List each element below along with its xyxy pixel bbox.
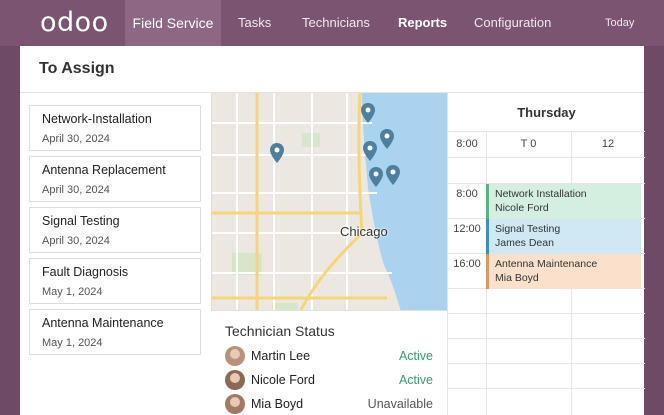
grid-line bbox=[448, 338, 645, 339]
map-pin-icon[interactable] bbox=[380, 129, 394, 149]
technician-row[interactable]: Mia Boyd Unavailable bbox=[225, 394, 435, 415]
event-title: Antenna Maintenance bbox=[495, 258, 598, 270]
time-label: 12:00 bbox=[453, 223, 481, 235]
avatar bbox=[225, 370, 245, 390]
page-title: To Assign bbox=[39, 60, 115, 77]
technician-name: Martin Lee bbox=[251, 349, 311, 363]
technician-status-title: Technician Status bbox=[225, 323, 335, 339]
event-title: Network Installation bbox=[495, 188, 587, 200]
task-name: Antenna Replacement bbox=[42, 163, 166, 177]
map-city-label: Chicago bbox=[340, 224, 388, 239]
task-card[interactable]: Antenna Replacement April 30, 2024 bbox=[29, 156, 201, 202]
task-card[interactable]: Signal Testing April 30, 2024 bbox=[29, 207, 201, 253]
calendar-header-time: T 0 bbox=[520, 138, 537, 150]
technician-name: Mia Boyd bbox=[251, 397, 304, 411]
odoo-logo[interactable]: odoo bbox=[40, 6, 114, 40]
technician-status: Active bbox=[398, 373, 433, 387]
task-card[interactable]: Network-Installation April 30, 2024 bbox=[29, 105, 201, 151]
task-card[interactable]: Fault Diagnosis May 1, 2024 bbox=[29, 258, 201, 304]
today-button[interactable]: Today bbox=[605, 0, 634, 46]
task-card[interactable]: Antenna Maintenance May 1, 2024 bbox=[29, 309, 201, 355]
event-assignee: Nicole Ford bbox=[495, 202, 549, 214]
calendar-event[interactable]: Antenna Maintenance Mia Boyd bbox=[486, 254, 641, 289]
technician-status-panel: Technician Status Martin Lee Active Nico… bbox=[211, 310, 447, 415]
top-navbar: odoo Field Service Tasks Technicians Rep… bbox=[0, 0, 664, 46]
task-name: Signal Testing bbox=[42, 214, 120, 228]
event-assignee: James Dean bbox=[495, 237, 554, 249]
task-date: April 30, 2024 bbox=[42, 133, 110, 145]
calendar-day-header: Thursday bbox=[517, 105, 576, 120]
calendar-header-time: 8:00 bbox=[456, 138, 478, 150]
map-pin-icon[interactable] bbox=[270, 143, 284, 163]
map-pin-icon[interactable] bbox=[369, 167, 383, 187]
grid-line bbox=[448, 388, 645, 389]
time-label: 8:00 bbox=[456, 188, 478, 200]
map-pin-icon[interactable] bbox=[363, 141, 377, 161]
task-date: May 1, 2024 bbox=[42, 286, 103, 298]
technician-name: Nicole Ford bbox=[251, 373, 315, 387]
avatar bbox=[225, 394, 245, 414]
event-title: Signal Testing bbox=[495, 223, 561, 235]
nav-field-service[interactable]: Field Service bbox=[125, 0, 221, 46]
main-panel: To Assign Network-Installation April 30,… bbox=[20, 46, 645, 415]
grid-line bbox=[448, 363, 645, 364]
event-assignee: Mia Boyd bbox=[495, 272, 539, 284]
task-date: April 30, 2024 bbox=[42, 235, 110, 247]
calendar-header-time: 12 bbox=[601, 138, 615, 150]
task-name: Network-Installation bbox=[42, 112, 152, 126]
task-date: April 30, 2024 bbox=[42, 184, 110, 196]
task-name: Antenna Maintenance bbox=[42, 316, 164, 330]
grid-line bbox=[448, 157, 645, 158]
technician-status: Active bbox=[398, 349, 433, 363]
technician-status: Unavailable bbox=[367, 397, 433, 411]
grid-line bbox=[448, 313, 645, 314]
nav-tasks[interactable]: Tasks bbox=[238, 0, 271, 46]
map-pin-icon[interactable] bbox=[361, 103, 375, 123]
time-label: 16:00 bbox=[453, 258, 481, 270]
nav-reports[interactable]: Reports bbox=[398, 0, 447, 46]
page-header: To Assign bbox=[20, 46, 644, 93]
map-pin-icon[interactable] bbox=[386, 165, 400, 185]
nav-configuration[interactable]: Configuration bbox=[474, 0, 551, 46]
technician-row[interactable]: Nicole Ford Active bbox=[225, 370, 435, 392]
avatar bbox=[225, 346, 245, 366]
calendar-event[interactable]: Signal Testing James Dean bbox=[486, 219, 641, 254]
calendar-event[interactable]: Network Installation Nicole Ford bbox=[486, 184, 641, 219]
calendar-view: Thursday 8:00 T 0 12 8:00 12:00 16:00 Ne… bbox=[447, 93, 645, 415]
nav-technicians[interactable]: Technicians bbox=[302, 0, 370, 46]
technician-row[interactable]: Martin Lee Active bbox=[225, 346, 435, 368]
task-date: May 1, 2024 bbox=[42, 337, 103, 349]
task-name: Fault Diagnosis bbox=[42, 265, 129, 279]
